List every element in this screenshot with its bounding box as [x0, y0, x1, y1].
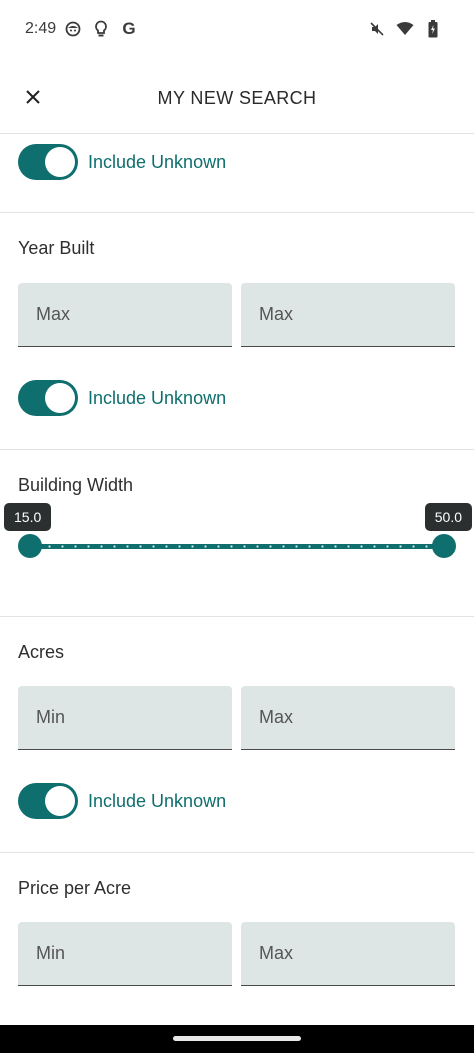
- year-built-input-2[interactable]: [241, 283, 455, 346]
- slider-ticks: [30, 545, 444, 548]
- year-built-field-2[interactable]: [241, 283, 455, 347]
- mute-icon: [368, 20, 386, 38]
- slider-min-thumb[interactable]: [18, 534, 42, 558]
- toggle-label: Include Unknown: [88, 151, 227, 172]
- lightbulb-icon: [92, 20, 110, 38]
- price-per-acre-min-field[interactable]: [18, 922, 232, 986]
- face-icon: [64, 20, 82, 38]
- price-per-acre-max-field[interactable]: [241, 922, 455, 986]
- toggle-switch[interactable]: [18, 783, 78, 819]
- home-gesture-handle[interactable]: [173, 1036, 301, 1041]
- google-icon: G: [122, 19, 136, 38]
- slider-max-thumb[interactable]: [432, 534, 456, 558]
- status-left-icons: G: [64, 19, 138, 38]
- battery-icon: [424, 20, 442, 38]
- price-per-acre-max-input[interactable]: [241, 922, 455, 985]
- acres-min-field[interactable]: [18, 686, 232, 750]
- divider: [0, 616, 474, 617]
- price-per-acre-min-input[interactable]: [18, 922, 232, 985]
- year-built-input-1[interactable]: [18, 283, 232, 346]
- status-bar: 2:49 G: [0, 0, 474, 60]
- acres-label: Acres: [18, 642, 65, 662]
- status-right-icons: [368, 20, 442, 38]
- include-unknown-toggle-year-built[interactable]: Include Unknown: [18, 379, 226, 417]
- divider: [0, 212, 474, 213]
- app-bar: MY NEW SEARCH: [0, 60, 474, 134]
- toggle-switch[interactable]: [18, 380, 78, 416]
- wifi-icon: [396, 20, 414, 38]
- building-width-range-slider[interactable]: [18, 534, 456, 558]
- acres-min-input[interactable]: [18, 686, 232, 749]
- toggle-switch[interactable]: [18, 144, 78, 180]
- building-width-label: Building Width: [18, 475, 134, 495]
- slider-max-value-bubble: 50.0: [424, 503, 472, 531]
- status-time: 2:49: [25, 20, 57, 37]
- page-title: MY NEW SEARCH: [157, 88, 317, 108]
- include-unknown-toggle-acres[interactable]: Include Unknown: [18, 782, 226, 820]
- toggle-label: Include Unknown: [88, 790, 227, 811]
- toggle-label: Include Unknown: [88, 387, 227, 408]
- year-built-label: Year Built: [18, 238, 95, 258]
- divider: [0, 852, 474, 853]
- divider: [0, 449, 474, 450]
- system-nav-bar: [0, 1025, 474, 1053]
- acres-max-field[interactable]: [241, 686, 455, 750]
- include-unknown-toggle-top[interactable]: Include Unknown: [18, 143, 226, 181]
- year-built-field-1[interactable]: [18, 283, 232, 347]
- slider-min-value-bubble: 15.0: [4, 503, 52, 531]
- price-per-acre-label: Price per Acre: [18, 878, 132, 898]
- acres-max-input[interactable]: [241, 686, 455, 749]
